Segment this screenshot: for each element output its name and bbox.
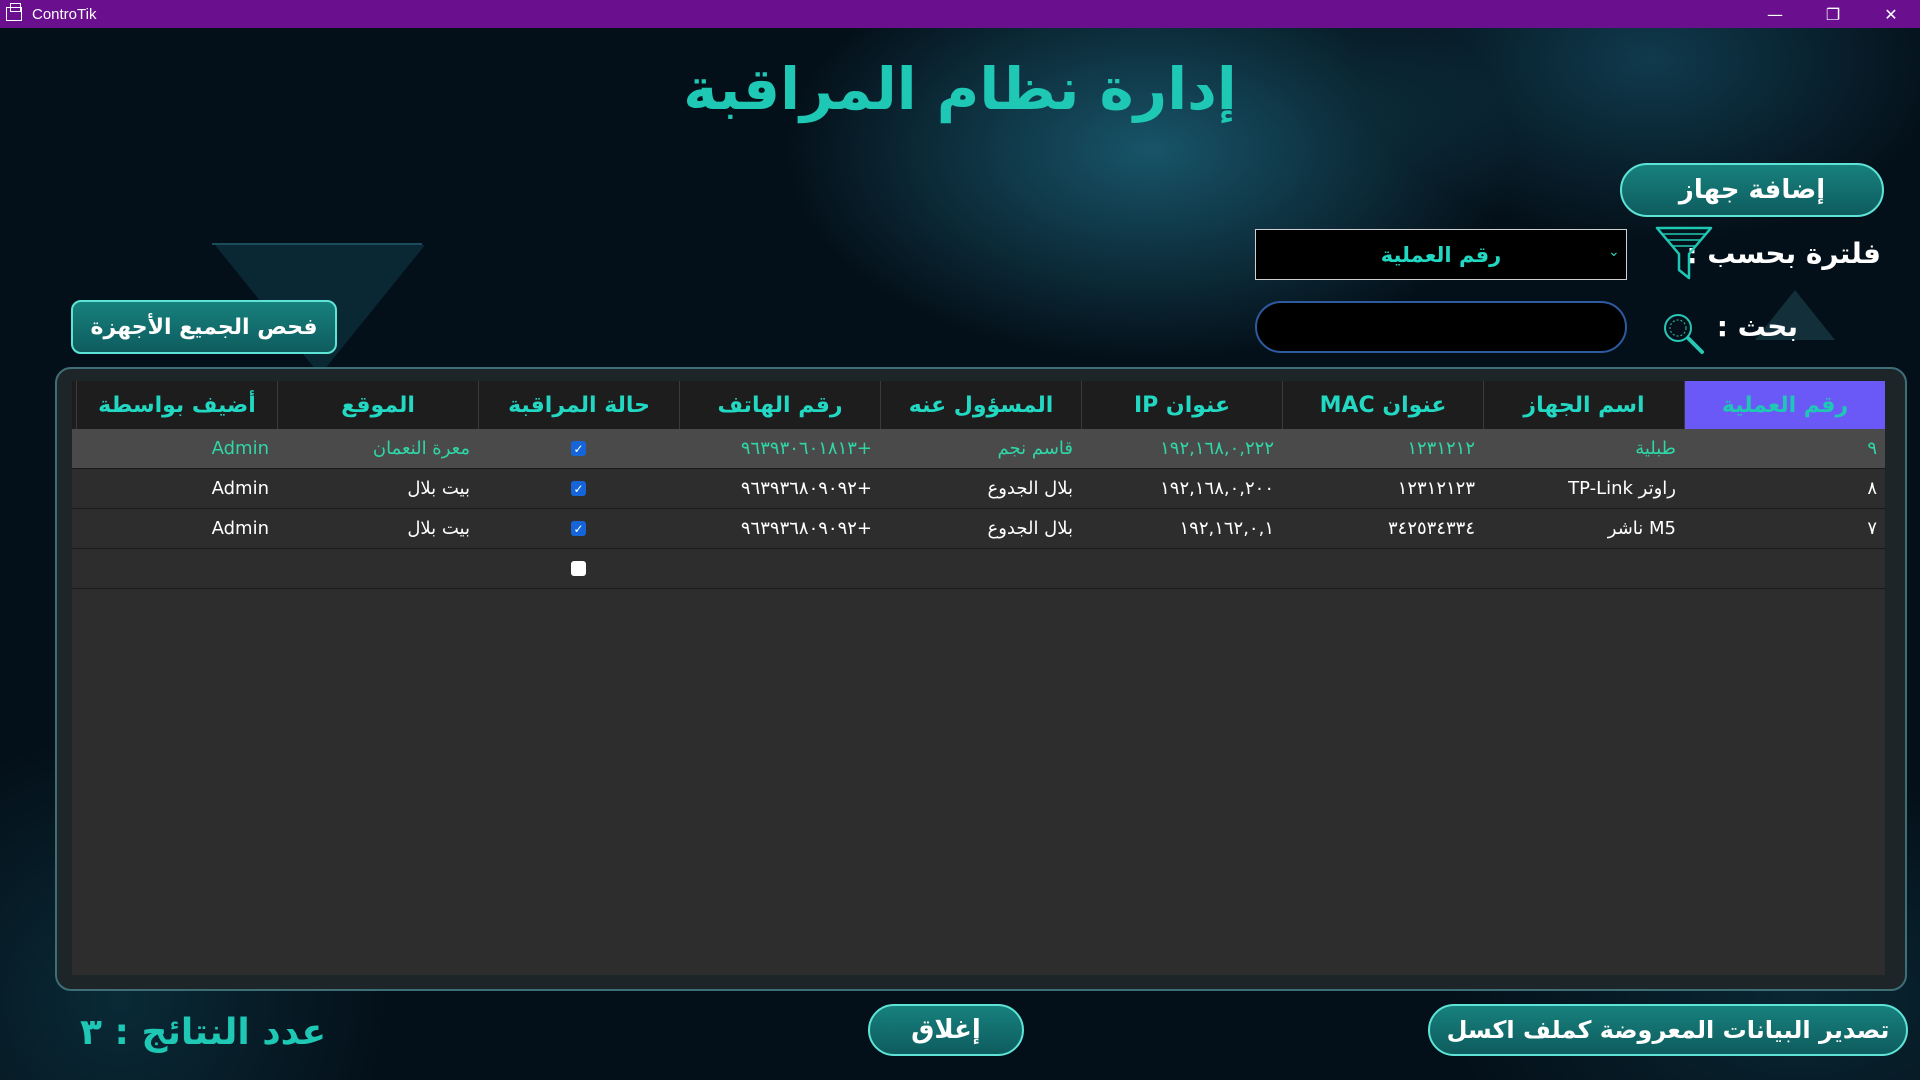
- table-row[interactable]: ٧ M5 ناشر ٣٤٢٥٣٤٣٣٤ ١٩٢,١٦٢,٠,١ بلال الج…: [72, 509, 1885, 549]
- cell-phone[interactable]: +٩٦٣٩٣٦٨٠٩٠٩٢: [679, 509, 880, 548]
- cell-operation-number[interactable]: ٨: [1684, 469, 1885, 508]
- cell-mac[interactable]: ١٢٣١٢١٢: [1282, 429, 1483, 468]
- cell-ip[interactable]: [1081, 549, 1282, 588]
- column-header-ip[interactable]: عنوان IP: [1081, 381, 1282, 429]
- column-header-device-name[interactable]: اسم الجهاز: [1483, 381, 1684, 429]
- monitoring-checkbox[interactable]: [571, 561, 586, 576]
- cell-monitoring-status: [478, 549, 679, 588]
- close-window-button[interactable]: ✕: [1862, 0, 1920, 28]
- search-input[interactable]: [1255, 301, 1627, 353]
- cell-added-by[interactable]: [76, 549, 277, 588]
- app-icon: [6, 3, 22, 21]
- cell-location[interactable]: بيت بلال: [277, 509, 478, 548]
- cell-device-name[interactable]: M5 ناشر: [1483, 509, 1684, 548]
- cell-operation-number[interactable]: ٧: [1684, 509, 1885, 548]
- cell-owner[interactable]: بلال الجدوع: [880, 509, 1081, 548]
- cell-phone[interactable]: [679, 549, 880, 588]
- minimize-button[interactable]: —: [1746, 0, 1804, 28]
- export-excel-button[interactable]: تصدير البيانات المعروضة كملف اكسل: [1428, 1004, 1908, 1056]
- column-header-operation-number[interactable]: رقم العملية: [1684, 381, 1885, 429]
- window-controls: — ❐ ✕: [1746, 0, 1920, 28]
- devices-table-frame: رقم العملية اسم الجهاز عنوان MAC عنوان I…: [55, 367, 1907, 991]
- cell-owner[interactable]: بلال الجدوع: [880, 469, 1081, 508]
- column-header-owner[interactable]: المسؤول عنه: [880, 381, 1081, 429]
- cell-operation-number[interactable]: ٩: [1684, 429, 1885, 468]
- cell-device-name[interactable]: [1483, 549, 1684, 588]
- funnel-icon: [1655, 226, 1713, 280]
- filter-select[interactable]: رقم العملية ⌄: [1255, 229, 1627, 280]
- scan-all-devices-button[interactable]: فحص الجميع الأجهزة: [71, 300, 337, 354]
- table-new-row[interactable]: [72, 549, 1885, 589]
- cell-added-by[interactable]: Admin: [76, 469, 277, 508]
- table-row[interactable]: ٨ راوتر TP-Link ١٢٣١٢١٢٣ ١٩٢,١٦٨,٠,٢٠٠ ب…: [72, 469, 1885, 509]
- chevron-down-icon: ⌄: [1608, 244, 1620, 260]
- cell-mac[interactable]: [1282, 549, 1483, 588]
- table-row[interactable]: ٩ طبلية ١٢٣١٢١٢ ١٩٢,١٦٨,٠,٢٢٢ قاسم نجم +…: [72, 429, 1885, 469]
- add-device-button[interactable]: إضافة جهاز: [1620, 163, 1884, 217]
- filter-label: فلترة بحسب :: [1686, 237, 1881, 270]
- column-header-added-by[interactable]: أضيف بواسطة: [76, 381, 277, 429]
- search-icon: [1664, 314, 1704, 354]
- restore-button[interactable]: ❐: [1804, 0, 1862, 28]
- page-title: إدارة نظام المراقبة: [683, 55, 1237, 123]
- cell-monitoring-status: ✓: [478, 429, 679, 468]
- search-label: بحث :: [1716, 310, 1798, 343]
- cell-ip[interactable]: ١٩٢,١٦٨,٠,٢٢٢: [1081, 429, 1282, 468]
- result-count: عدد النتائج : ٣: [80, 1012, 327, 1053]
- cell-mac[interactable]: ١٢٣١٢١٢٣: [1282, 469, 1483, 508]
- table-header: رقم العملية اسم الجهاز عنوان MAC عنوان I…: [72, 381, 1885, 429]
- cell-phone[interactable]: +٩٦٣٩٣٦٨٠٩٠٩٢: [679, 469, 880, 508]
- column-header-location[interactable]: الموقع: [277, 381, 478, 429]
- filter-selected-value: رقم العملية: [1380, 242, 1502, 267]
- monitoring-checkbox[interactable]: ✓: [571, 521, 586, 536]
- cell-monitoring-status: ✓: [478, 509, 679, 548]
- monitoring-checkbox[interactable]: ✓: [571, 481, 586, 496]
- cell-location[interactable]: بيت بلال: [277, 469, 478, 508]
- cell-location[interactable]: [277, 549, 478, 588]
- cell-mac[interactable]: ٣٤٢٥٣٤٣٣٤: [1282, 509, 1483, 548]
- cell-owner[interactable]: [880, 549, 1081, 588]
- close-button[interactable]: إغلاق: [868, 1004, 1024, 1056]
- column-header-mac[interactable]: عنوان MAC: [1282, 381, 1483, 429]
- cell-added-by[interactable]: Admin: [76, 509, 277, 548]
- cell-device-name[interactable]: راوتر TP-Link: [1483, 469, 1684, 508]
- cell-ip[interactable]: ١٩٢,١٦٢,٠,١: [1081, 509, 1282, 548]
- cell-owner[interactable]: قاسم نجم: [880, 429, 1081, 468]
- cell-ip[interactable]: ١٩٢,١٦٨,٠,٢٠٠: [1081, 469, 1282, 508]
- column-header-phone[interactable]: رقم الهاتف: [679, 381, 880, 429]
- cell-device-name[interactable]: طبلية: [1483, 429, 1684, 468]
- app-name: ControTik: [32, 5, 97, 23]
- cell-phone[interactable]: +٩٦٣٩٣٠٦٠١٨١٣: [679, 429, 880, 468]
- devices-table[interactable]: رقم العملية اسم الجهاز عنوان MAC عنوان I…: [72, 381, 1885, 975]
- window-titlebar: ControTik — ❐ ✕: [0, 0, 1920, 28]
- cell-added-by[interactable]: Admin: [76, 429, 277, 468]
- cell-location[interactable]: معرة النعمان: [277, 429, 478, 468]
- cell-operation-number[interactable]: [1684, 549, 1885, 588]
- cell-monitoring-status: ✓: [478, 469, 679, 508]
- monitoring-checkbox[interactable]: ✓: [571, 441, 586, 456]
- column-header-monitoring-status[interactable]: حالة المراقبة: [478, 381, 679, 429]
